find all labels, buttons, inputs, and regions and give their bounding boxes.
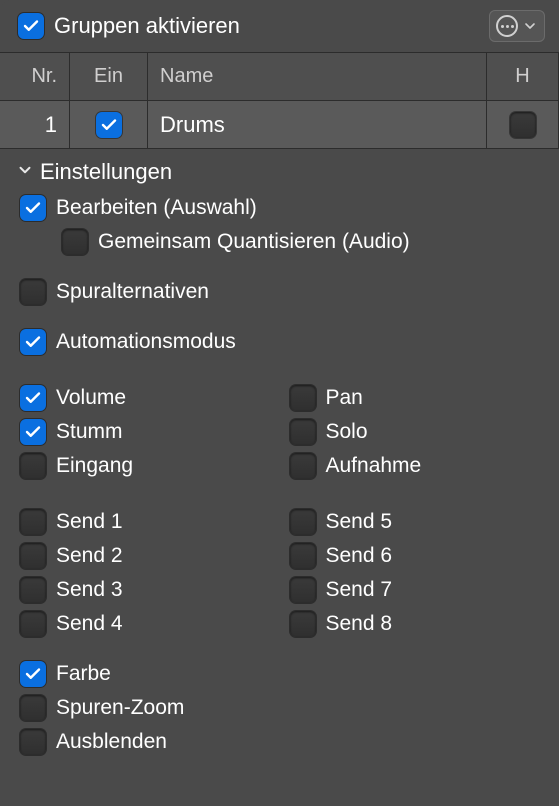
send3-label: Send 3: [56, 578, 123, 602]
track-alternatives-checkbox[interactable]: [20, 279, 46, 305]
row-h-checkbox[interactable]: [510, 112, 536, 138]
settings-section: Einstellungen Bearbeiten (Auswahl) Gemei…: [0, 149, 559, 769]
send5-label: Send 5: [326, 510, 393, 534]
groups-enable-checkbox[interactable]: [18, 13, 44, 39]
volume-label: Volume: [56, 386, 126, 410]
setting-pan: Pan: [284, 381, 546, 415]
send7-label: Send 7: [326, 578, 393, 602]
hide-label: Ausblenden: [56, 730, 167, 754]
column-header-name[interactable]: Name: [148, 53, 487, 100]
mute-label: Stumm: [56, 420, 123, 444]
setting-color: Farbe: [14, 657, 545, 691]
send8-checkbox[interactable]: [290, 611, 316, 637]
send6-checkbox[interactable]: [290, 543, 316, 569]
row-on-checkbox[interactable]: [96, 112, 122, 138]
pan-checkbox[interactable]: [290, 385, 316, 411]
send8-label: Send 8: [326, 612, 393, 636]
send2-checkbox[interactable]: [20, 543, 46, 569]
row-h-cell: [487, 101, 559, 148]
input-checkbox[interactable]: [20, 453, 46, 479]
table-row[interactable]: 1 Drums: [0, 101, 559, 149]
header-bar: Gruppen aktivieren: [0, 0, 559, 53]
setting-automation-mode: Automationsmodus: [14, 325, 545, 359]
setting-quantize-audio: Gemeinsam Quantisieren (Audio): [14, 225, 545, 259]
automation-mode-checkbox[interactable]: [20, 329, 46, 355]
solo-label: Solo: [326, 420, 368, 444]
color-checkbox[interactable]: [20, 661, 46, 687]
send5-checkbox[interactable]: [290, 509, 316, 535]
send4-label: Send 4: [56, 612, 123, 636]
setting-send5: Send 5: [284, 505, 546, 539]
row-on-cell: [70, 101, 148, 148]
solo-checkbox[interactable]: [290, 419, 316, 445]
settings-title: Einstellungen: [40, 159, 172, 185]
pan-label: Pan: [326, 386, 363, 410]
edit-selection-checkbox[interactable]: [20, 195, 46, 221]
record-checkbox[interactable]: [290, 453, 316, 479]
ellipsis-icon: [496, 15, 518, 37]
send1-label: Send 1: [56, 510, 123, 534]
column-header-nr[interactable]: Nr.: [0, 53, 70, 100]
setting-solo: Solo: [284, 415, 546, 449]
quantize-audio-label: Gemeinsam Quantisieren (Audio): [98, 230, 410, 254]
setting-volume: Volume: [14, 381, 276, 415]
volume-checkbox[interactable]: [20, 385, 46, 411]
header-title: Gruppen aktivieren: [54, 13, 479, 39]
edit-selection-label: Bearbeiten (Auswahl): [56, 196, 257, 220]
track-alternatives-label: Spuralternativen: [56, 280, 209, 304]
options-menu-button[interactable]: [489, 10, 545, 42]
send1-checkbox[interactable]: [20, 509, 46, 535]
setting-edit-selection: Bearbeiten (Auswahl): [14, 191, 545, 225]
setting-mute: Stumm: [14, 415, 276, 449]
mute-checkbox[interactable]: [20, 419, 46, 445]
setting-track-alternatives: Spuralternativen: [14, 275, 545, 309]
track-zoom-checkbox[interactable]: [20, 695, 46, 721]
row-name[interactable]: Drums: [148, 101, 487, 148]
row-number: 1: [0, 101, 70, 148]
send7-checkbox[interactable]: [290, 577, 316, 603]
track-zoom-label: Spuren-Zoom: [56, 696, 184, 720]
setting-hide: Ausblenden: [14, 725, 545, 759]
record-label: Aufnahme: [326, 454, 422, 478]
setting-track-zoom: Spuren-Zoom: [14, 691, 545, 725]
send6-label: Send 6: [326, 544, 393, 568]
quantize-audio-checkbox[interactable]: [62, 229, 88, 255]
chevron-down-icon: [522, 18, 538, 34]
automation-mode-label: Automationsmodus: [56, 330, 236, 354]
setting-send4: Send 4: [14, 607, 276, 641]
chevron-down-icon: [16, 159, 34, 185]
setting-send7: Send 7: [284, 573, 546, 607]
sends-grid: Send 1 Send 5 Send 2 Send 6 Send 3 Send …: [14, 505, 545, 641]
send3-checkbox[interactable]: [20, 577, 46, 603]
table-header: Nr. Ein Name H: [0, 53, 559, 101]
setting-send6: Send 6: [284, 539, 546, 573]
column-header-ein[interactable]: Ein: [70, 53, 148, 100]
send2-label: Send 2: [56, 544, 123, 568]
setting-record: Aufnahme: [284, 449, 546, 483]
setting-send1: Send 1: [14, 505, 276, 539]
mix-controls-grid: Volume Pan Stumm Solo Eingang Aufnahme: [14, 381, 545, 483]
setting-send3: Send 3: [14, 573, 276, 607]
setting-input: Eingang: [14, 449, 276, 483]
setting-send2: Send 2: [14, 539, 276, 573]
send4-checkbox[interactable]: [20, 611, 46, 637]
input-label: Eingang: [56, 454, 133, 478]
setting-send8: Send 8: [284, 607, 546, 641]
column-header-h[interactable]: H: [487, 53, 559, 100]
settings-disclosure[interactable]: Einstellungen: [14, 155, 545, 191]
color-label: Farbe: [56, 662, 111, 686]
hide-checkbox[interactable]: [20, 729, 46, 755]
group-inspector: Gruppen aktivieren Nr. Ein Name H 1 Drum…: [0, 0, 559, 806]
